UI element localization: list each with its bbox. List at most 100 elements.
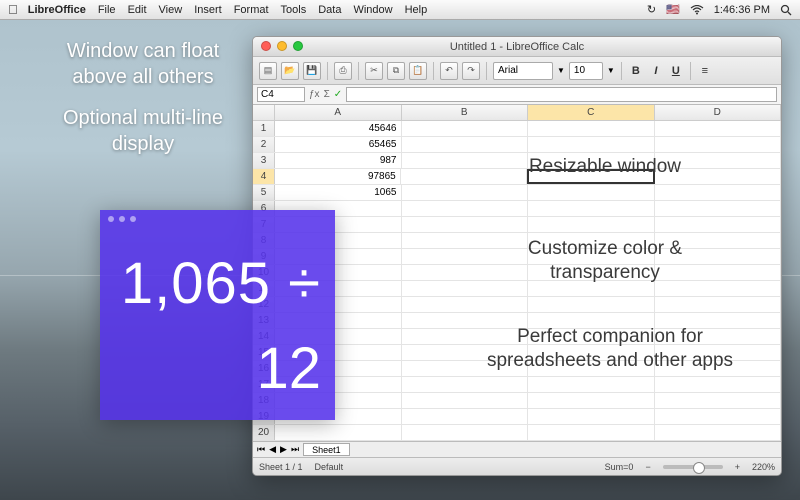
row-header[interactable]: 1 xyxy=(253,121,275,136)
sync-icon[interactable]: ↻ xyxy=(647,3,656,16)
cell[interactable] xyxy=(655,409,782,424)
cut-button[interactable]: ✂ xyxy=(365,62,383,80)
cell[interactable] xyxy=(528,217,655,232)
menu-file[interactable]: File xyxy=(98,4,116,16)
row-header[interactable]: 4 xyxy=(253,169,275,184)
spotlight-icon[interactable] xyxy=(780,4,792,16)
paste-button[interactable]: 📋 xyxy=(409,62,427,80)
flag-icon[interactable]: 🇺🇸 xyxy=(666,3,680,16)
wifi-icon[interactable] xyxy=(690,5,704,15)
cell[interactable] xyxy=(528,297,655,312)
cell[interactable] xyxy=(655,137,782,152)
cell[interactable] xyxy=(402,201,529,216)
copy-button[interactable]: ⧉ xyxy=(387,62,405,80)
redo-button[interactable]: ↷ xyxy=(462,62,480,80)
align-left-button[interactable]: ≡ xyxy=(697,63,713,79)
row-header[interactable]: 3 xyxy=(253,153,275,168)
cell[interactable] xyxy=(402,377,529,392)
cell[interactable] xyxy=(528,121,655,136)
zoom-in-icon[interactable]: + xyxy=(735,462,740,472)
accept-icon[interactable]: ✓ xyxy=(334,89,342,100)
close-icon[interactable] xyxy=(261,41,271,51)
row-header[interactable]: 5 xyxy=(253,185,275,200)
underline-button[interactable]: U xyxy=(668,63,684,79)
cell[interactable] xyxy=(275,425,402,440)
cell[interactable] xyxy=(528,393,655,408)
cell[interactable] xyxy=(528,201,655,216)
cell[interactable] xyxy=(655,201,782,216)
bold-button[interactable]: B xyxy=(628,63,644,79)
cell[interactable] xyxy=(655,217,782,232)
new-doc-button[interactable]: ▤ xyxy=(259,62,277,80)
cell[interactable] xyxy=(402,393,529,408)
cell-reference-box[interactable]: C4 xyxy=(257,87,305,102)
tab-last-icon[interactable]: ⏭ xyxy=(291,444,299,455)
formula-bar: C4 ƒx Σ ✓ xyxy=(253,85,781,105)
undo-button[interactable]: ↶ xyxy=(440,62,458,80)
cell[interactable]: 65465 xyxy=(275,137,402,152)
cell[interactable] xyxy=(402,297,529,312)
menu-edit[interactable]: Edit xyxy=(128,4,147,16)
menu-view[interactable]: View xyxy=(159,4,183,16)
save-button[interactable]: 💾 xyxy=(303,62,321,80)
open-button[interactable]: 📂 xyxy=(281,62,299,80)
cell[interactable] xyxy=(528,409,655,424)
menu-help[interactable]: Help xyxy=(405,4,428,16)
sheet-tab[interactable]: Sheet1 xyxy=(303,443,350,456)
calc-minimize-icon[interactable] xyxy=(119,216,125,222)
cell[interactable]: 45646 xyxy=(275,121,402,136)
calc-zoom-icon[interactable] xyxy=(130,216,136,222)
cell[interactable] xyxy=(528,377,655,392)
app-name[interactable]: LibreOffice xyxy=(28,4,86,16)
zoom-out-icon[interactable]: − xyxy=(645,462,650,472)
menu-window[interactable]: Window xyxy=(353,4,392,16)
cell[interactable] xyxy=(655,377,782,392)
calculator-window[interactable]: 1,065 ÷ 12 xyxy=(100,210,335,420)
cell[interactable] xyxy=(528,425,655,440)
cell[interactable]: 987 xyxy=(275,153,402,168)
col-header-b[interactable]: B xyxy=(402,105,529,120)
minimize-icon[interactable] xyxy=(277,41,287,51)
menu-insert[interactable]: Insert xyxy=(194,4,222,16)
apple-menu-icon[interactable]:  xyxy=(8,2,18,17)
cell[interactable] xyxy=(402,217,529,232)
font-name-select[interactable]: Arial xyxy=(493,62,553,80)
print-button[interactable]: ⎙ xyxy=(334,62,352,80)
menu-tools[interactable]: Tools xyxy=(281,4,307,16)
cell[interactable]: 1065 xyxy=(275,185,402,200)
cell[interactable] xyxy=(655,393,782,408)
tab-next-icon[interactable]: ▶ xyxy=(280,444,287,455)
formula-input[interactable] xyxy=(346,87,777,102)
cell[interactable] xyxy=(528,185,655,200)
zoom-icon[interactable] xyxy=(293,41,303,51)
cell[interactable] xyxy=(402,137,529,152)
zoom-slider[interactable] xyxy=(663,465,723,469)
row-header[interactable]: 2 xyxy=(253,137,275,152)
window-titlebar[interactable]: Untitled 1 - LibreOffice Calc xyxy=(253,37,781,57)
cell[interactable] xyxy=(655,121,782,136)
cell[interactable] xyxy=(402,185,529,200)
col-header-a[interactable]: A xyxy=(275,105,402,120)
function-wizard-icon[interactable]: ƒx xyxy=(309,89,320,100)
tab-first-icon[interactable]: ⏮ xyxy=(257,444,265,455)
cell[interactable] xyxy=(655,425,782,440)
cell[interactable] xyxy=(402,425,529,440)
col-header-c[interactable]: C xyxy=(528,105,655,120)
menubar-clock[interactable]: 1:46:36 PM xyxy=(714,4,770,16)
status-zoom[interactable]: 220% xyxy=(752,462,775,472)
menu-data[interactable]: Data xyxy=(318,4,341,16)
cell[interactable] xyxy=(402,409,529,424)
cell[interactable] xyxy=(655,185,782,200)
col-header-d[interactable]: D xyxy=(655,105,782,120)
cell[interactable] xyxy=(528,137,655,152)
italic-button[interactable]: I xyxy=(648,63,664,79)
cell[interactable] xyxy=(402,121,529,136)
menu-format[interactable]: Format xyxy=(234,4,269,16)
calc-close-icon[interactable] xyxy=(108,216,114,222)
cell[interactable]: 97865 xyxy=(275,169,401,184)
row-header[interactable]: 20 xyxy=(253,425,275,440)
tab-prev-icon[interactable]: ◀ xyxy=(269,444,276,455)
sum-icon[interactable]: Σ xyxy=(324,89,330,100)
font-size-select[interactable]: 10 xyxy=(569,62,603,80)
cell[interactable] xyxy=(655,297,782,312)
